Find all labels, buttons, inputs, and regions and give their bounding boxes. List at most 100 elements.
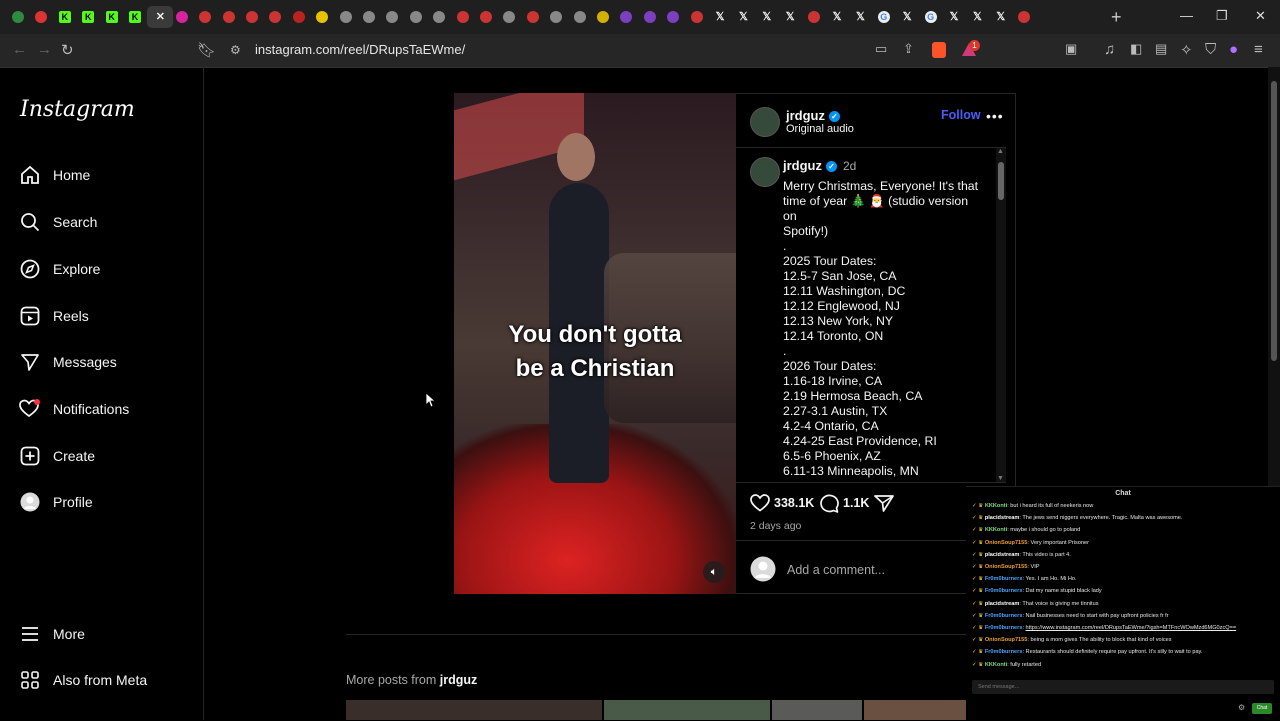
leo-ai-icon[interactable]: ✧ [1180, 41, 1193, 59]
browser-tab[interactable]: 𝕏 [966, 6, 988, 28]
browser-tab[interactable] [498, 6, 520, 28]
browser-tab[interactable] [218, 6, 240, 28]
chat-username[interactable]: KKKonti [985, 503, 1007, 509]
browser-tab[interactable] [686, 6, 708, 28]
instagram-logo[interactable]: Instagram [20, 97, 135, 122]
new-tab-button[interactable]: + [1111, 7, 1122, 28]
address-bar[interactable]: instagram.com/reel/DRupsTaEWme/ [255, 42, 465, 57]
chat-username[interactable]: Fr0m0burners [985, 613, 1023, 619]
nav-search[interactable]: Search [19, 207, 97, 237]
post-thumbnail[interactable] [772, 700, 862, 720]
comment-input[interactable]: Add a comment... [787, 563, 885, 577]
browser-tab[interactable]: K [124, 6, 146, 28]
browser-tab[interactable]: G [873, 6, 895, 28]
chat-message-input[interactable]: Send message... [972, 680, 1274, 694]
author-username[interactable]: jrdguz ✓ [786, 108, 840, 123]
browser-tab[interactable] [569, 6, 591, 28]
chat-username[interactable]: OnionSoup7155 [985, 637, 1028, 643]
like-count[interactable]: 338.1K [774, 496, 814, 510]
comment-icon[interactable] [819, 494, 839, 518]
browser-tab[interactable]: 𝕏 [896, 6, 918, 28]
browser-tab[interactable] [639, 6, 661, 28]
browser-tab[interactable] [7, 6, 29, 28]
like-icon[interactable] [750, 494, 770, 517]
browser-tab[interactable] [452, 6, 474, 28]
browser-tab[interactable]: 𝕏 [709, 6, 731, 28]
browser-tab[interactable] [335, 6, 357, 28]
forward-icon[interactable]: → [37, 41, 52, 58]
caption-scroll-thumb[interactable] [998, 162, 1004, 200]
browser-tab[interactable]: 𝕏 [849, 6, 871, 28]
nav-create[interactable]: Create [19, 441, 95, 471]
share-post-icon[interactable] [874, 494, 894, 517]
chat-settings-icon[interactable]: ⚙ [1238, 703, 1245, 712]
browser-tab[interactable]: 𝕏 [779, 6, 801, 28]
chat-send-button[interactable]: Chat [1252, 703, 1272, 714]
chat-username[interactable]: placidstream [985, 515, 1020, 521]
browser-tab[interactable] [405, 6, 427, 28]
comment-count[interactable]: 1.1K [843, 496, 869, 510]
menu-icon[interactable]: ≡ [1254, 41, 1263, 58]
brave-shields-icon[interactable] [932, 42, 946, 58]
caption-author-username[interactable]: jrdguz ✓ 2d [783, 158, 856, 173]
browser-tab[interactable] [171, 6, 193, 28]
post-timestamp[interactable]: 2 days ago [750, 520, 801, 532]
browser-tab[interactable] [615, 6, 637, 28]
restore-icon[interactable]: ❐ [1216, 8, 1228, 24]
browser-tab[interactable]: K [54, 6, 76, 28]
share-icon[interactable]: ⇪ [903, 41, 914, 57]
sidebar-toggle-icon[interactable]: ◧ [1130, 41, 1142, 57]
browser-tab[interactable] [264, 6, 286, 28]
close-window-icon[interactable]: ✕ [1255, 8, 1266, 24]
nav-also-from-meta[interactable]: Also from Meta [19, 665, 147, 695]
post-thumbnail[interactable] [864, 700, 966, 720]
post-thumbnail[interactable] [604, 700, 770, 720]
browser-tab[interactable]: 𝕏 [732, 6, 754, 28]
chat-username[interactable]: Fr0m0burners [985, 576, 1023, 582]
audio-label[interactable]: Original audio [786, 123, 854, 135]
nav-more[interactable]: More [19, 619, 85, 649]
nav-messages[interactable]: Messages [19, 347, 117, 377]
wallet-icon[interactable]: ▤ [1155, 41, 1167, 57]
browser-tab[interactable]: 𝕏 [990, 6, 1012, 28]
more-posts-user[interactable]: jrdguz [440, 673, 478, 687]
reader-mode-icon[interactable]: ▣ [1065, 41, 1077, 57]
nav-notifications[interactable]: Notifications [19, 394, 129, 424]
minimize-icon[interactable]: — [1180, 8, 1193, 23]
chat-username[interactable]: KKKonti [985, 527, 1007, 533]
chat-text[interactable]: https://www.instagram.com/reel/DRupsTaEW… [1026, 625, 1237, 631]
browser-tab[interactable] [522, 6, 544, 28]
chat-username[interactable]: Fr0m0burners [985, 625, 1023, 631]
browser-tab[interactable]: G [920, 6, 942, 28]
chat-username[interactable]: Fr0m0burners [985, 588, 1023, 594]
chat-username[interactable]: OnionSoup7155 [985, 540, 1028, 546]
browser-tab[interactable] [194, 6, 216, 28]
nav-profile[interactable]: Profile [19, 487, 93, 517]
reel-video[interactable]: You don't gotta be a Christian 🔈︎ [454, 93, 736, 594]
nav-home[interactable]: Home [19, 160, 90, 190]
chat-username[interactable]: placidstream [985, 601, 1020, 607]
chat-username[interactable]: placidstream [985, 552, 1020, 558]
caption-author-avatar[interactable] [750, 157, 780, 187]
volume-icon[interactable]: 🔈︎ [703, 561, 725, 583]
follow-button[interactable]: Follow [941, 108, 981, 122]
browser-tab[interactable] [475, 6, 497, 28]
cast-icon[interactable]: ▭ [875, 41, 887, 57]
caption-scrollbar[interactable]: ▲ ▼ [996, 148, 1006, 482]
browser-tab[interactable] [803, 6, 825, 28]
profile-icon[interactable]: ● [1229, 41, 1238, 58]
site-settings-icon[interactable]: ⚙ [230, 43, 241, 57]
browser-tab[interactable] [592, 6, 614, 28]
page-scroll-thumb[interactable] [1271, 81, 1277, 361]
browser-tab[interactable] [241, 6, 263, 28]
browser-tab[interactable]: 𝕏 [943, 6, 965, 28]
browser-tab[interactable] [288, 6, 310, 28]
vpn-icon[interactable]: ⛉ [1205, 41, 1216, 58]
browser-tab[interactable]: K [77, 6, 99, 28]
more-options-icon[interactable]: ••• [986, 108, 1004, 124]
browser-tab[interactable]: ✕ [147, 6, 174, 28]
browser-tab[interactable] [428, 6, 450, 28]
chat-username[interactable]: OnionSoup7155 [985, 564, 1028, 570]
browser-tab[interactable] [358, 6, 380, 28]
browser-tab[interactable]: 𝕏 [756, 6, 778, 28]
